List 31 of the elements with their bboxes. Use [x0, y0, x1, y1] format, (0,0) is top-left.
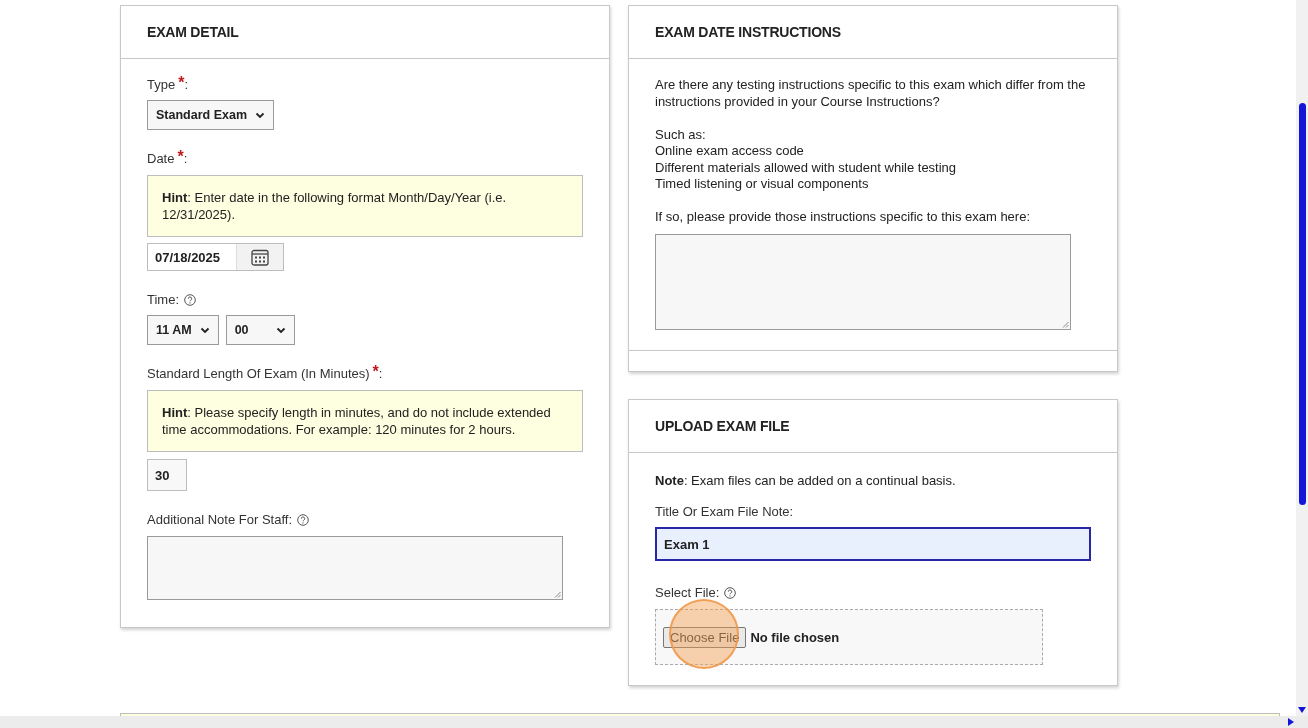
required-mark: *	[372, 366, 379, 378]
field-label: Type	[147, 77, 176, 93]
label-colon: :	[378, 366, 383, 382]
field-label: Time:	[147, 292, 180, 308]
card-title: EXAM DATE INSTRUCTIONS	[655, 24, 841, 40]
hour-select[interactable]: 11 AM	[147, 315, 219, 345]
field-label: Title Or Exam File Note:	[655, 504, 794, 520]
required-mark: *	[177, 151, 184, 163]
field-label: Date	[147, 151, 175, 167]
note-text: Note: Exam files can be added on a continual basis.	[655, 473, 957, 489]
card-title: EXAM DETAIL	[147, 24, 239, 40]
title-field[interactable]: Exam 1	[655, 527, 1091, 561]
instruction-text: Timed listening or visual components	[655, 176, 870, 193]
field-label: Additional Note For Staff:	[147, 512, 292, 528]
instruction-text: Are there any testing instructions specific to this exam which differ from the instructions provided in your Course Instructions?	[655, 77, 1087, 110]
minutes-field[interactable]: 30	[147, 459, 187, 491]
minute-select[interactable]: 00	[225, 315, 295, 345]
instruction-text: Such as:	[655, 126, 707, 143]
hint-box: Hint: Enter date in the following format Month/Day/Year (i.e. 12/31/2025).	[147, 175, 583, 237]
card-title: UPLOAD EXAM FILE	[655, 418, 790, 434]
date-field[interactable]: 07/18/2025	[147, 243, 284, 271]
instruction-text: Different materials allowed with student while testing	[655, 159, 958, 176]
label-colon: :	[183, 151, 188, 167]
field-label: Select File:	[655, 585, 720, 601]
instruction-text: Online exam access code	[655, 143, 805, 160]
label-colon: :	[184, 77, 189, 93]
instruction-text: If so, please provide those instructions specific to this exam here:	[655, 209, 1032, 226]
type-select[interactable]: Standard Exam	[147, 100, 274, 130]
hint-box: Hint: Please specify length in minutes, and do not include extended time accommodations. For example: 120 minutes for 2 hours.	[147, 390, 583, 452]
file-status: No file chosen	[750, 629, 840, 645]
field-label: Standard Length Of Exam (In Minutes)	[147, 366, 370, 382]
